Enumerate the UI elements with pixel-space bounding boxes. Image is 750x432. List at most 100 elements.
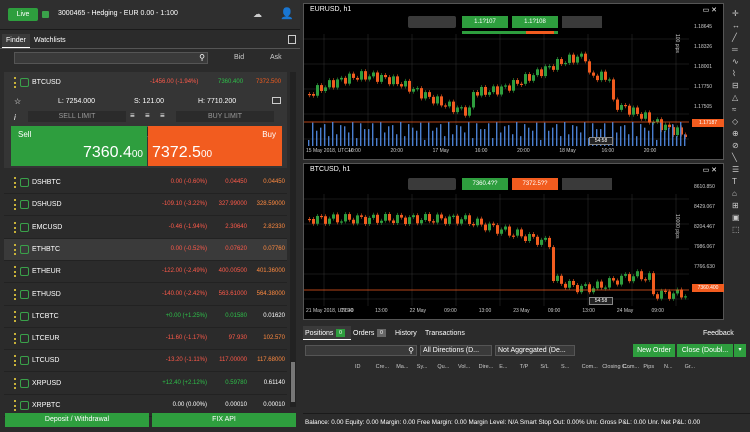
tool-icon[interactable]: ═ [732,45,738,54]
column-header[interactable]: S... [561,364,569,370]
column-header[interactable]: Com... [623,364,639,370]
drag-handle-icon[interactable] [14,377,16,389]
aggregate-select[interactable]: Not Aggregated (De... [495,345,575,356]
drag-handle-icon[interactable] [14,310,16,322]
column-header[interactable]: Com... [582,364,598,370]
chart-icon[interactable] [272,97,281,104]
symbol-row[interactable]: ETHEUR -122.00 (-2.49%) 400.00500 401.36… [4,261,287,284]
tab-watchlists[interactable]: Watchlists [30,34,70,48]
new-order-button[interactable]: New Order [633,344,675,357]
drag-handle-icon[interactable] [14,199,16,211]
chart-sell-button[interactable]: 1.1?107 [462,16,508,28]
tool-icon[interactable]: ⊟ [732,81,739,90]
sell-limit-button[interactable]: SELL LIMIT [28,111,126,122]
info-icon[interactable]: i [14,113,16,122]
column-header[interactable]: Cre... [376,364,389,370]
search-input[interactable]: ⚲ [14,52,208,64]
user-icon[interactable]: 👤 [280,7,294,21]
tab-history[interactable]: History [395,330,417,337]
column-header[interactable]: Gr... [685,364,695,370]
drag-handle-icon[interactable] [14,266,16,278]
drag-handle-icon[interactable] [14,243,16,255]
chart-sell-button-2[interactable]: 7360.4?? [462,178,508,190]
clipboard-icon[interactable] [288,35,296,44]
drag-handle-icon[interactable] [14,221,16,233]
tool-icon[interactable]: ⊘ [732,141,739,150]
column-header[interactable]: Dire... [479,364,494,370]
tool-icon[interactable]: T [732,177,737,186]
column-header[interactable]: Vol... [458,364,470,370]
tool-icon[interactable]: △ [732,93,738,102]
symbol-row[interactable]: ETHBTC 0.00 (-0.52%) 0.07620 0.07760 [4,238,287,261]
symbol-row[interactable]: EMCUSD -0.46 (-1.94%) 2.30640 2.82330 [4,216,287,239]
chevron-down-icon[interactable]: ▾ [734,344,746,357]
sell-button[interactable]: Sell 7360.400 [11,126,147,166]
align-icon-3[interactable]: ≡ [160,111,170,122]
live-badge[interactable]: Live [8,8,38,21]
buy-limit-button[interactable]: BUY LIMIT [176,111,274,122]
symbol-row[interactable]: LTCBTC +0.00 (+1.25%) 0.01580 0.01620 [4,305,287,328]
drag-handle-icon[interactable] [14,355,16,367]
tool-icon[interactable]: ▣ [732,213,740,222]
symbol-row[interactable]: DSHBTC 0.00 (-0.60%) 0.04450 0.04450 [4,172,287,194]
tool-icon[interactable]: ◇ [732,117,738,126]
drag-handle-icon[interactable] [14,77,16,88]
column-header[interactable]: Ma... [396,364,408,370]
positions-search[interactable]: ⚲ [305,345,417,356]
fix-api-button[interactable]: FIX API [152,413,296,427]
column-header[interactable]: S/L [540,364,548,370]
account-info[interactable]: 3000465 - Hedging - EUR 0.00 - 1:100 [58,10,178,17]
symbol-row[interactable]: DSHUSD -109.10 (-3.22%) 327.99000 328.59… [4,194,287,217]
tool-icon[interactable]: ⊕ [732,129,739,138]
tool-icon[interactable]: ↔ [732,21,740,30]
buy-button[interactable]: Buy 7372.500 [148,126,282,166]
star-icon[interactable]: ☆ [14,97,21,106]
column-header[interactable]: N... [664,364,673,370]
chart-btcusd[interactable]: BTCUSD, h1 7360.4?? 7372.5?? ▭ ✕ 21 May … [303,163,724,320]
direction-select[interactable]: All Directions (D... [420,345,492,356]
drag-handle-icon[interactable] [14,333,16,345]
symbol-row[interactable]: ETHUSD -140.00 (-2.42%) 563.61000 564.38… [4,283,287,306]
chart-icons-2[interactable] [562,178,612,190]
tool-icon[interactable]: ⌂ [732,189,737,198]
window-controls-icon-2[interactable]: ▭ ✕ [703,166,717,174]
tool-icon[interactable]: ☰ [732,165,739,174]
column-header[interactable]: T/P [520,364,529,370]
deposit-button[interactable]: Deposit / Withdrawal [5,413,149,427]
tab-transactions[interactable]: Transactions [425,330,465,337]
feedback-link[interactable]: Feedback [703,330,734,337]
chart-buy-button[interactable]: 1.1?108 [512,16,558,28]
tool-icon[interactable]: ∿ [732,57,739,66]
tool-icon[interactable]: ✛ [732,9,739,18]
align-icon[interactable]: ≡ [130,111,140,122]
window-controls-icon[interactable]: ▭ ✕ [703,6,717,14]
close-button[interactable]: Close (Doubl... [677,344,733,357]
tool-icon[interactable]: ╱ [732,33,737,42]
tab-orders[interactable]: Orders [353,330,374,337]
chart-icons[interactable] [562,16,602,28]
drag-handle-icon[interactable] [14,288,16,300]
symbol-row[interactable]: LTCEUR -11.60 (-1.17%) 97.930 102.570 [4,328,287,351]
tool-icon[interactable]: ╲ [732,153,737,162]
symbol-row[interactable]: XRPUSD +12.40 (+2.12%) 0.59780 0.61140 [4,372,287,395]
symbol-row[interactable]: LTCUSD -13.20 (-1.11%) 117.00000 117.680… [4,350,287,373]
align-icon-2[interactable]: ≡ [145,111,155,122]
tool-icon[interactable]: ⌇ [732,69,736,78]
column-header[interactable]: Sy... [417,364,428,370]
chart-tools-2[interactable] [408,178,456,190]
drag-handle-icon[interactable] [14,400,16,411]
chart-buy-button-2[interactable]: 7372.5?? [512,178,558,190]
tab-positions[interactable]: Positions 0 [303,326,351,340]
column-header[interactable]: E... [499,364,507,370]
column-header[interactable]: Pips [643,364,654,370]
drag-handle-icon[interactable] [14,177,16,188]
scrollbar[interactable] [290,72,296,407]
column-header[interactable]: Qu... [437,364,449,370]
chart-eurusd[interactable]: EURUSD, h1 1.1?107 1.1?108 ▭ ✕ 15 May 20… [303,3,724,160]
tool-icon[interactable]: ⬚ [732,225,740,234]
tool-icon[interactable]: ≈ [732,105,736,114]
cloud-icon[interactable]: ☁ [253,10,267,19]
tab-finder[interactable]: Finder [2,34,30,48]
column-header[interactable]: ID [355,364,361,370]
chart-tools[interactable] [408,16,456,28]
